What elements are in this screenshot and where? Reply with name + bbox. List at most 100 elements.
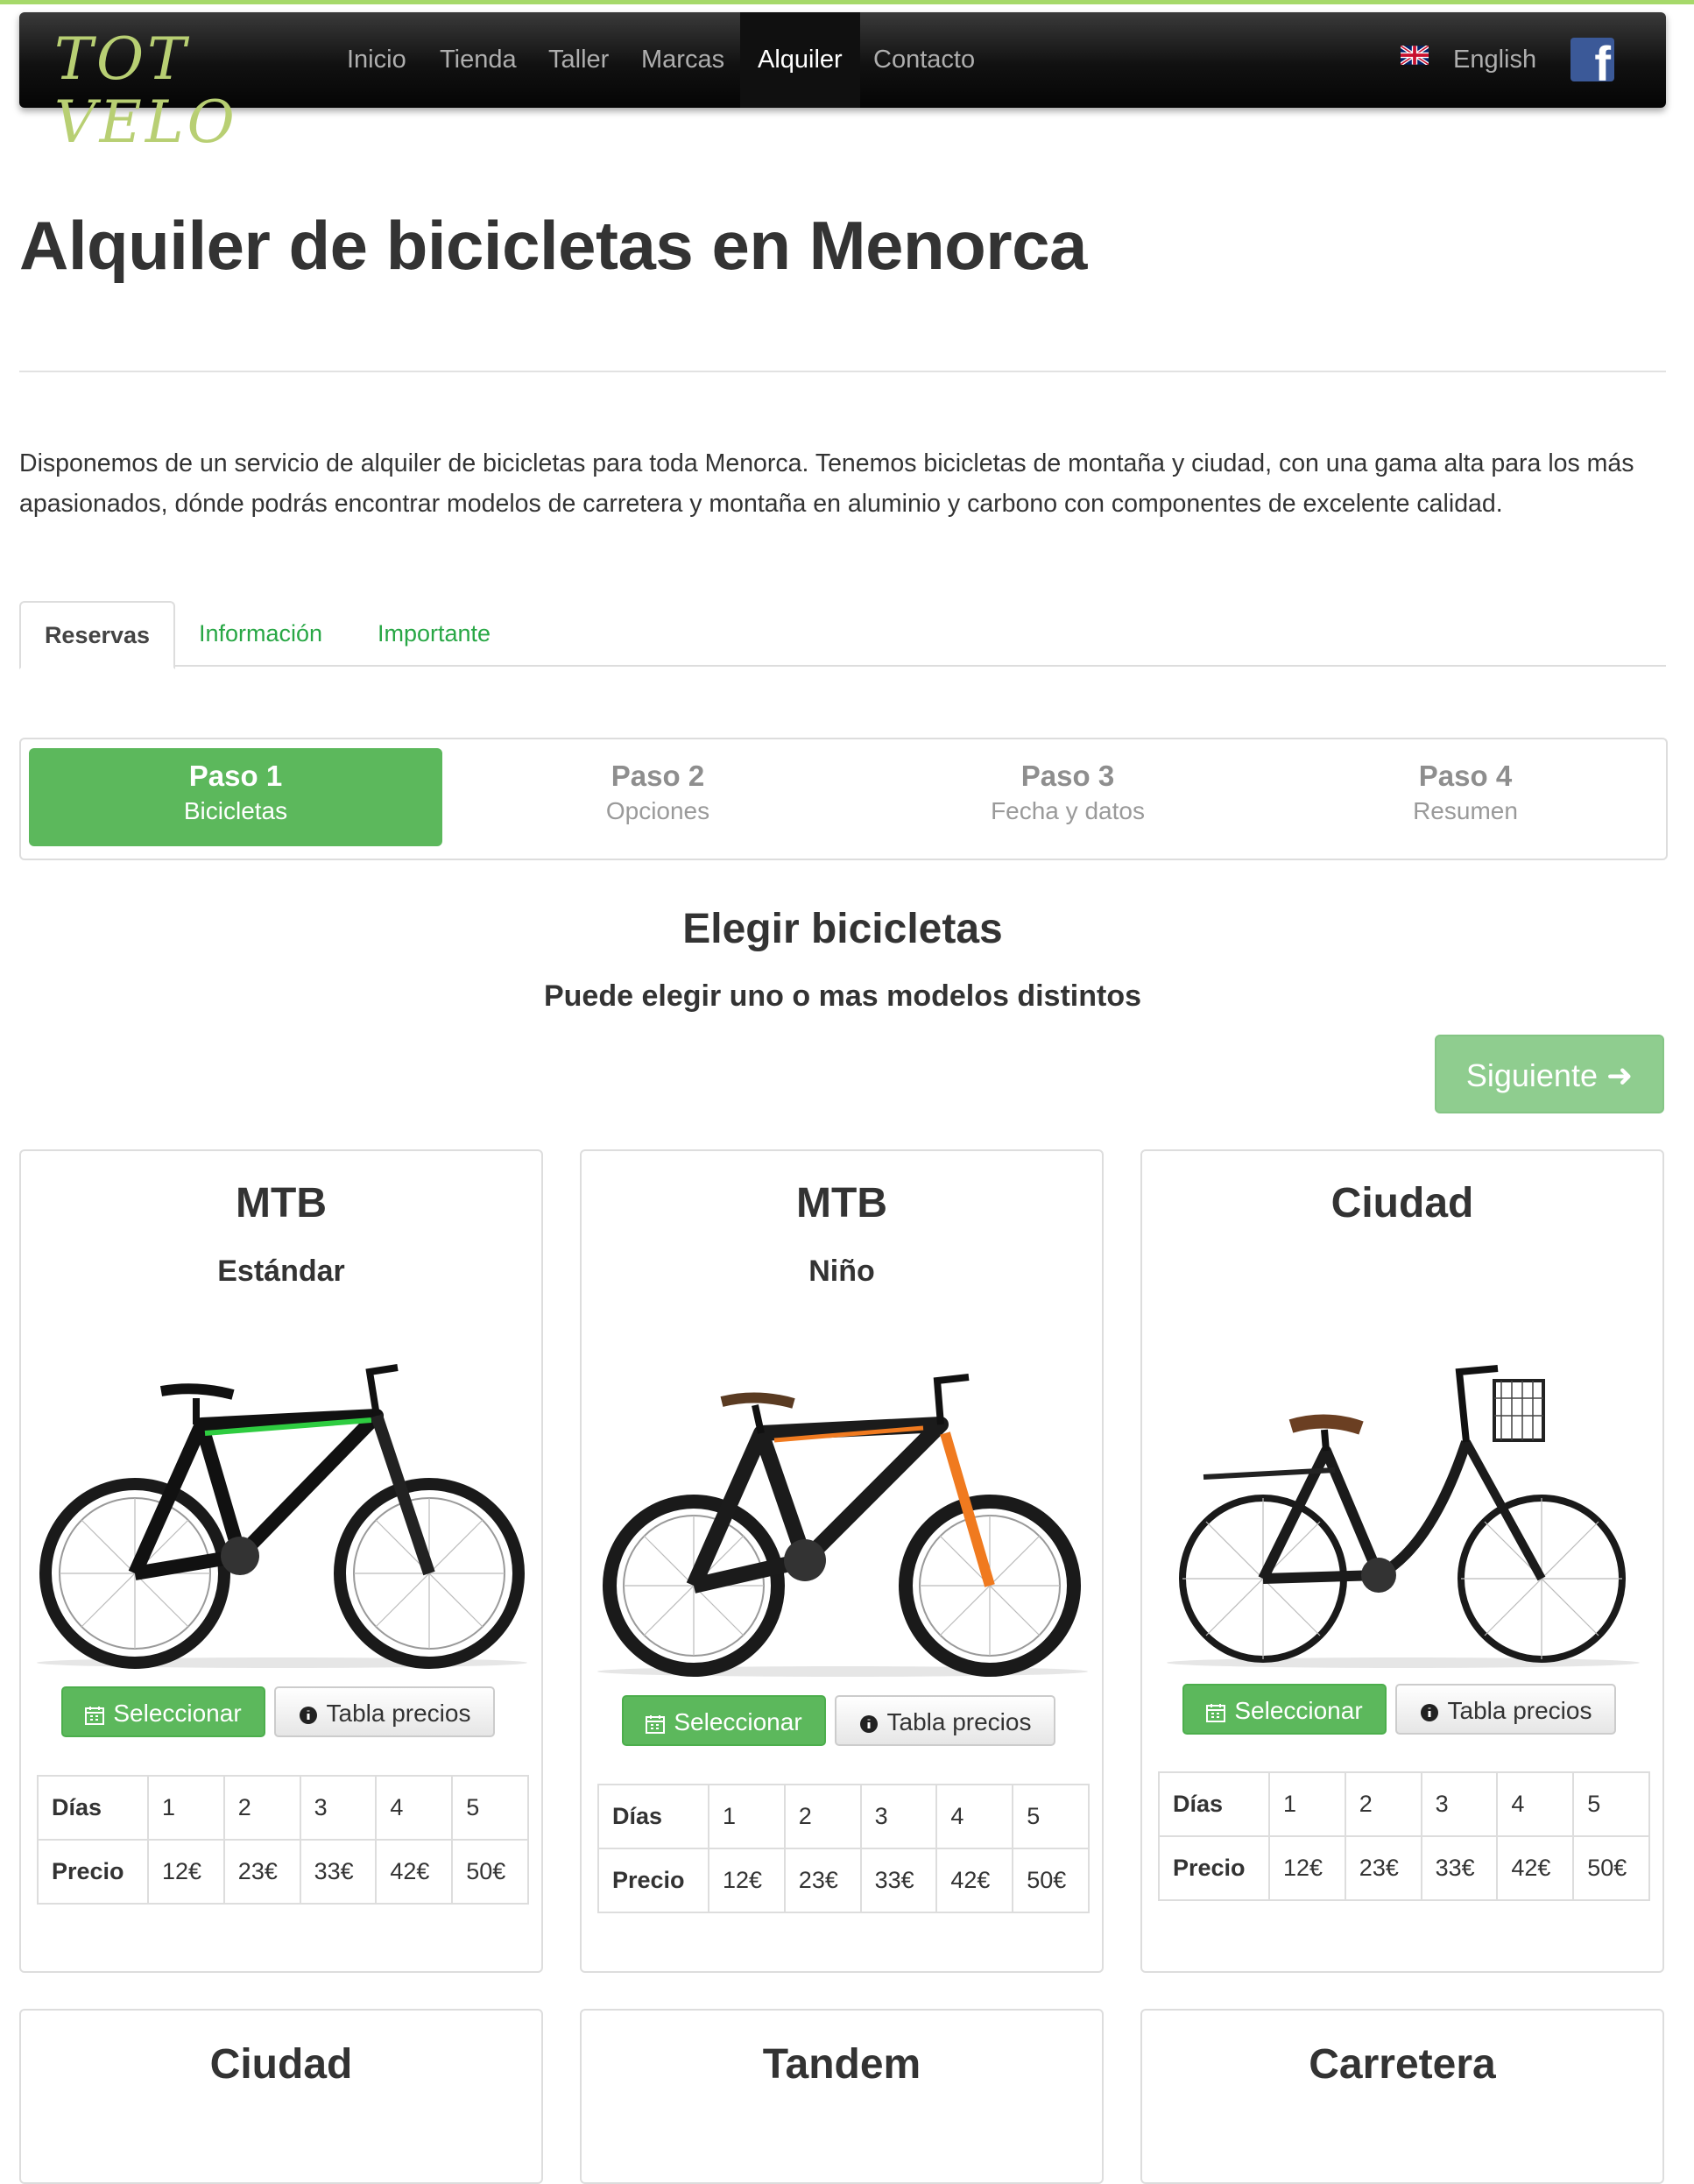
table-cell: 5 [1012, 1784, 1090, 1849]
nav-tienda[interactable]: Tienda [440, 12, 517, 108]
calendar-icon [85, 1706, 105, 1725]
bike-card-ciudad-2: Ciudad [19, 2009, 543, 2184]
top-accent-line [0, 0, 1694, 4]
days-header: Días [1158, 1771, 1270, 1837]
section-subtitle: Puede elegir uno o mas modelos distintos [543, 979, 1141, 1013]
table-cell: 23€ [1344, 1835, 1422, 1901]
table-cell: 4 [375, 1775, 454, 1841]
table-cell: 12€ [147, 1839, 225, 1905]
table-cell: 2 [1344, 1771, 1422, 1837]
next-button[interactable]: Siguiente ➜ [1435, 1035, 1664, 1113]
table-cell: 1 [708, 1784, 786, 1849]
kids-mtb-bike-image [597, 1374, 1088, 1677]
tab-reservas[interactable]: Reservas [19, 601, 175, 669]
bike-card-carretera: Carretera [1140, 2009, 1664, 2184]
step-subtitle: Resumen [1413, 797, 1518, 824]
table-row: Días 1 2 3 4 5 [597, 1784, 1090, 1849]
page-title: Alquiler de bicicletas en Menorca [19, 207, 1087, 284]
select-button[interactable]: Seleccionar [61, 1686, 265, 1737]
info-icon [859, 1714, 878, 1733]
select-label: Seleccionar [674, 1708, 802, 1735]
step-3[interactable]: Paso 3 Fecha y datos [866, 748, 1269, 846]
table-cell: 50€ [451, 1839, 529, 1905]
step-title: Paso 3 [1020, 760, 1115, 792]
table-row: Días 1 2 3 4 5 [37, 1775, 529, 1841]
bike-card-mtb-nino: MTB Niño Seleccionar Tabla precios Días … [580, 1149, 1104, 1973]
select-label: Seleccionar [113, 1700, 242, 1727]
table-cell: 1 [147, 1775, 225, 1841]
step-title: Paso 4 [1418, 760, 1513, 792]
language-link[interactable]: English [1453, 12, 1536, 108]
step-subtitle: Fecha y datos [991, 797, 1145, 824]
mtb-bike-image [37, 1364, 527, 1669]
step-title: Paso 1 [188, 760, 283, 792]
table-row: Precio 12€ 23€ 33€ 42€ 50€ [597, 1848, 1090, 1913]
days-header: Días [597, 1784, 709, 1849]
steps-wizard: Paso 1 Bicicletas Paso 2 Opciones Paso 3… [19, 738, 1668, 860]
price-table: Días 1 2 3 4 5 Precio 12€ 23€ 33€ 42€ 50… [597, 1784, 1090, 1913]
bike-variant: Estándar [217, 1255, 345, 1288]
table-cell: 42€ [935, 1848, 1014, 1913]
nav-taller[interactable]: Taller [548, 12, 609, 108]
table-cell: 2 [783, 1784, 862, 1849]
step-2[interactable]: Paso 2 Opciones [456, 748, 859, 846]
step-subtitle: Opciones [605, 797, 710, 824]
bike-name: Carretera [1309, 2041, 1496, 2088]
table-cell: 33€ [299, 1839, 378, 1905]
calendar-icon [646, 1714, 666, 1734]
price-table-button[interactable]: Tabla precios [835, 1695, 1055, 1746]
step-1[interactable]: Paso 1 Bicicletas [29, 748, 442, 846]
nav-marcas[interactable]: Marcas [641, 12, 724, 108]
logo[interactable]: TOT VELO [54, 28, 308, 154]
select-button[interactable]: Seleccionar [622, 1695, 826, 1746]
bike-name: MTB [236, 1180, 327, 1226]
price-table-button[interactable]: Tabla precios [1395, 1684, 1616, 1735]
table-cell: 3 [859, 1784, 938, 1849]
nav-inicio[interactable]: Inicio [347, 12, 406, 108]
table-cell: 4 [935, 1784, 1014, 1849]
facebook-letter: f [1594, 38, 1611, 82]
price-table-label: Tabla precios [326, 1700, 471, 1727]
info-icon [299, 1706, 317, 1724]
bike-card-mtb-estandar: MTB Estándar Seleccionar Tabla precios D… [19, 1149, 543, 1973]
table-cell: 3 [1420, 1771, 1499, 1837]
table-cell: 4 [1496, 1771, 1575, 1837]
bike-name: MTB [796, 1180, 887, 1226]
price-table-label: Tabla precios [886, 1708, 1032, 1735]
table-cell: 2 [222, 1775, 301, 1841]
price-table: Días 1 2 3 4 5 Precio 12€ 23€ 33€ 42€ 50… [1158, 1771, 1650, 1901]
days-header: Días [37, 1775, 149, 1841]
calendar-icon [1206, 1703, 1226, 1722]
table-row: Días 1 2 3 4 5 [1158, 1771, 1650, 1837]
bike-variant: Niño [808, 1255, 875, 1288]
step-subtitle: Bicicletas [183, 797, 288, 824]
section-title: Elegir bicicletas [682, 906, 1003, 952]
bike-card-tandem: Tandem [580, 2009, 1104, 2184]
tab-informacion[interactable]: Información [199, 601, 322, 666]
price-table-button[interactable]: Tabla precios [274, 1686, 495, 1737]
bike-name: Ciudad [1330, 1180, 1474, 1226]
table-cell: 12€ [1268, 1835, 1346, 1901]
table-cell: 42€ [1496, 1835, 1575, 1901]
table-cell: 23€ [783, 1848, 862, 1913]
step-title: Paso 2 [611, 760, 705, 792]
table-cell: 1 [1268, 1771, 1346, 1837]
price-header: Precio [1158, 1835, 1270, 1901]
bike-card-ciudad: Ciudad Seleccionar Tabla precios Días 1 … [1140, 1149, 1664, 1973]
nav-alquiler[interactable]: Alquiler [740, 12, 860, 108]
uk-flag-icon[interactable] [1401, 46, 1429, 65]
table-cell: 50€ [1572, 1835, 1650, 1901]
bike-name: Tandem [762, 2041, 921, 2088]
price-table-label: Tabla precios [1447, 1697, 1592, 1724]
table-cell: 33€ [1420, 1835, 1499, 1901]
table-cell: 23€ [222, 1839, 301, 1905]
bike-name: Ciudad [209, 2041, 353, 2088]
intro-text: Disponemos de un servicio de alquiler de… [19, 449, 1634, 518]
nav-contacto[interactable]: Contacto [873, 12, 975, 108]
tab-importante[interactable]: Importante [378, 601, 491, 666]
price-header: Precio [37, 1839, 149, 1905]
select-button[interactable]: Seleccionar [1182, 1684, 1387, 1735]
step-4[interactable]: Paso 4 Resumen [1264, 748, 1667, 846]
table-cell: 12€ [708, 1848, 786, 1913]
facebook-icon[interactable]: f [1570, 38, 1614, 81]
